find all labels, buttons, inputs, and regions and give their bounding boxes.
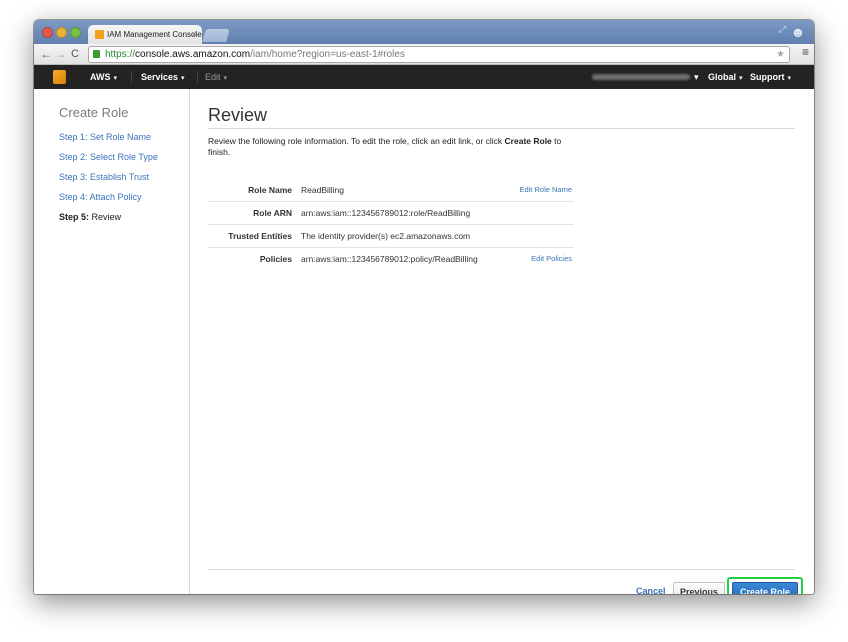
account-menu-caret[interactable]: ▾ bbox=[694, 65, 699, 89]
aws-navbar: AWS ▾ Services ▾ Edit ▾ ▾ Global ▾ Support ▾ bbox=[34, 65, 814, 89]
browser-titlebar: IAM Management Console × ⤢ ☻ bbox=[34, 20, 814, 44]
aws-cube-logo-icon[interactable] bbox=[53, 70, 66, 84]
title-divider bbox=[208, 128, 795, 129]
table-row: Trusted Entities The identity provider(s… bbox=[208, 225, 574, 248]
create-role-highlight: Create Role bbox=[727, 577, 803, 594]
tab-title: IAM Management Console bbox=[107, 30, 202, 39]
row-value: arn:aws:iam::123456789012:policy/ReadBil… bbox=[301, 254, 478, 264]
browser-window: IAM Management Console × ⤢ ☻ ← → C https… bbox=[34, 20, 814, 594]
row-value: arn:aws:iam::123456789012:role/ReadBilli… bbox=[301, 208, 471, 218]
wizard-sidebar: Create Role Step 1: Set Role Name Step 2… bbox=[34, 89, 190, 594]
edit-menu[interactable]: Edit ▾ bbox=[205, 65, 227, 91]
sidebar-step-attach-policy[interactable]: Step 4: Attach Policy bbox=[59, 192, 142, 202]
region-menu[interactable]: Global ▾ bbox=[708, 65, 743, 91]
tab-close-icon[interactable]: × bbox=[192, 25, 197, 44]
nav-divider bbox=[131, 71, 132, 83]
new-tab-button[interactable] bbox=[202, 29, 230, 42]
url-text: https://console.aws.amazon.com/iam/home?… bbox=[105, 49, 405, 60]
aws-menu[interactable]: AWS ▾ bbox=[90, 65, 117, 91]
table-row: Role Name ReadBilling Edit Role Name bbox=[208, 179, 574, 202]
row-label: Role Name bbox=[248, 185, 292, 195]
review-panel: Review Review the following role informa… bbox=[190, 89, 814, 594]
browser-toolbar: ← → C https://console.aws.amazon.com/iam… bbox=[34, 44, 814, 65]
review-table: Role Name ReadBilling Edit Role Name Rol… bbox=[208, 179, 574, 270]
table-row: Role ARN arn:aws:iam::123456789012:role/… bbox=[208, 202, 574, 225]
sidebar-step-review-current: Step 5: Review bbox=[59, 212, 122, 222]
review-instructions: Review the following role information. T… bbox=[208, 136, 562, 157]
close-window-button[interactable] bbox=[42, 27, 53, 38]
minimize-window-button[interactable] bbox=[56, 27, 67, 38]
edit-policies-link[interactable]: Edit Policies bbox=[531, 248, 572, 270]
edit-role-name-link[interactable]: Edit Role Name bbox=[519, 179, 572, 201]
fullscreen-icon[interactable]: ⤢ bbox=[779, 24, 786, 35]
services-menu[interactable]: Services ▾ bbox=[141, 65, 185, 91]
sidebar-step-select-role-type[interactable]: Step 2: Select Role Type bbox=[59, 152, 158, 162]
nav-divider bbox=[197, 71, 198, 83]
forward-icon[interactable]: → bbox=[55, 46, 67, 62]
sidebar-step-establish-trust[interactable]: Step 3: Establish Trust bbox=[59, 172, 149, 182]
incognito-profile-icon[interactable]: ☻ bbox=[790, 23, 806, 41]
bookmark-star-icon[interactable]: ★ bbox=[776, 47, 785, 62]
address-bar[interactable]: https://console.aws.amazon.com/iam/home?… bbox=[88, 46, 790, 63]
account-name-redacted[interactable] bbox=[592, 74, 690, 80]
reload-icon[interactable]: C bbox=[71, 46, 79, 62]
row-label: Role ARN bbox=[253, 208, 292, 218]
sidebar-title: Create Role bbox=[59, 105, 129, 120]
cancel-link[interactable]: Cancel bbox=[636, 586, 666, 594]
row-value: ReadBilling bbox=[301, 185, 344, 195]
row-value: The identity provider(s) ec2.amazonaws.c… bbox=[301, 231, 471, 241]
support-menu[interactable]: Support ▾ bbox=[750, 65, 791, 91]
footer-divider bbox=[208, 569, 795, 570]
create-role-button[interactable]: Create Role bbox=[732, 582, 798, 594]
row-label: Policies bbox=[259, 254, 292, 264]
previous-button[interactable]: Previous bbox=[673, 582, 725, 594]
table-row: Policies arn:aws:iam::123456789012:polic… bbox=[208, 248, 574, 270]
aws-favicon-icon bbox=[95, 30, 104, 39]
back-icon[interactable]: ← bbox=[40, 46, 52, 62]
sidebar-step-set-role-name[interactable]: Step 1: Set Role Name bbox=[59, 132, 151, 142]
row-label: Trusted Entities bbox=[228, 231, 292, 241]
browser-tab[interactable]: IAM Management Console × bbox=[88, 25, 202, 44]
browser-menu-icon[interactable]: ≡ bbox=[802, 45, 809, 59]
maximize-window-button[interactable] bbox=[70, 27, 81, 38]
lock-icon bbox=[93, 50, 100, 58]
page-title: Review bbox=[208, 105, 268, 125]
